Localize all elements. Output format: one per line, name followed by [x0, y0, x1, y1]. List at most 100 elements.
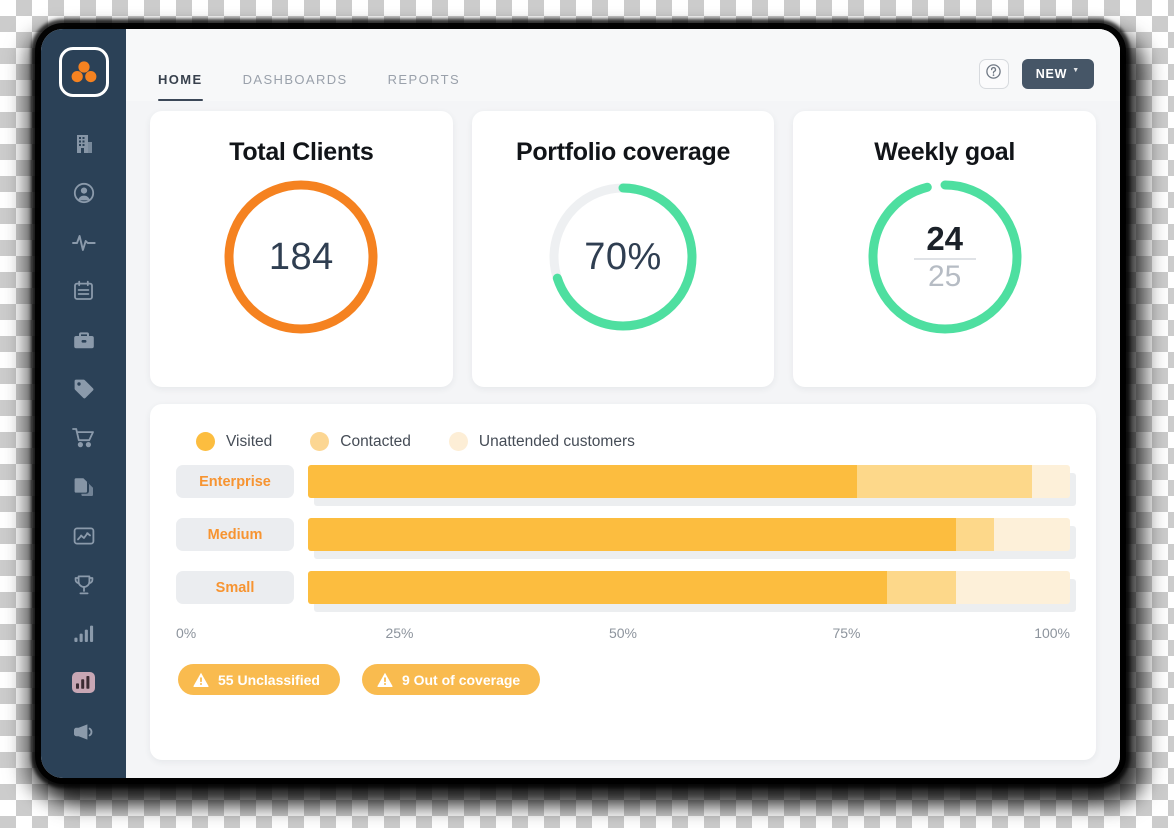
sidebar-item-companies[interactable] [41, 119, 126, 168]
sidebar-item-documents[interactable] [41, 462, 126, 511]
legend-label: Visited [226, 432, 273, 450]
legend-label: Unattended customers [478, 432, 635, 450]
new-button-label: NEW [1035, 67, 1068, 81]
legend-item-unattended[interactable]: Unattended customers [448, 432, 635, 451]
donut-center: 24 25 [864, 176, 1026, 338]
bar-segment-unattended[interactable] [993, 518, 1070, 551]
sidebar-item-analytics[interactable] [41, 511, 126, 560]
badge-unclassified[interactable]: 55 Unclassified [178, 664, 340, 695]
chevron-down-icon: ▼ [1072, 66, 1080, 74]
goal-target: 25 [927, 259, 962, 293]
legend-label: Contacted [340, 432, 411, 450]
sidebar [41, 29, 126, 778]
shopping-cart-icon [72, 427, 95, 448]
new-button[interactable]: NEW ▼ [1021, 59, 1094, 89]
sidebar-item-orders[interactable] [41, 413, 126, 462]
bar-track [308, 465, 1076, 506]
bar-segment-visited[interactable] [308, 571, 888, 604]
bar-category-label[interactable]: Small [176, 571, 294, 604]
chart-box-icon [73, 526, 95, 546]
trophy-icon [73, 574, 95, 596]
sidebar-item-goals[interactable] [41, 560, 126, 609]
bar-row: Small [176, 571, 1076, 612]
sidebar-item-deals[interactable] [41, 315, 126, 364]
legend-dot-contacted [310, 432, 330, 451]
bar-segment-visited[interactable] [308, 465, 857, 498]
bar-category-label[interactable]: Enterprise [176, 465, 294, 498]
bar-category-label[interactable]: Medium [176, 518, 294, 551]
three-dots-logo-icon [71, 61, 96, 83]
kpi-card-row: Total Clients 184 Portfolio coverage 70%… [150, 111, 1097, 387]
bar-track [308, 571, 1076, 612]
bar-chart-highlighted-icon [72, 672, 95, 693]
documents-icon [73, 476, 95, 498]
kpi-card-portfolio-coverage: Portfolio coverage 70% [471, 111, 775, 387]
sidebar-item-products[interactable] [41, 364, 126, 413]
sidebar-item-campaigns[interactable] [41, 707, 126, 756]
bar-segment-contacted[interactable] [955, 518, 994, 551]
segment-coverage-chart-card: Visited Contacted Unattended customers E… [150, 404, 1096, 760]
axis-tick-label: 75% [832, 625, 861, 641]
bar-segment-unattended[interactable] [955, 571, 1070, 604]
calendar-list-icon [73, 280, 94, 301]
axis-tick-label: 0% [176, 625, 197, 641]
legend-dot-visited [196, 432, 215, 451]
badge-out-of-coverage[interactable]: 9 Out of coverage [361, 664, 541, 695]
activity-pulse-icon [71, 232, 96, 252]
dashboard-content: Total Clients 184 Portfolio coverage 70%… [126, 101, 1120, 778]
topbar-actions: NEW ▼ [978, 59, 1094, 101]
briefcase-icon [73, 330, 95, 350]
sidebar-item-statistics[interactable] [41, 609, 126, 658]
kpi-title: Total Clients [229, 138, 374, 166]
donut-chart-total-clients: 184 [220, 176, 382, 338]
bar-segments [308, 465, 1070, 498]
bar-segment-contacted[interactable] [856, 465, 1032, 498]
axis-tick-label: 25% [385, 625, 414, 641]
donut-chart-weekly-goal: 24 25 [864, 176, 1026, 338]
sidebar-item-reports[interactable] [41, 658, 126, 707]
stacked-bar-list: Enterprise Medium Small [176, 465, 1076, 612]
help-button[interactable] [978, 59, 1009, 89]
sidebar-nav [41, 119, 126, 756]
bar-row: Medium [176, 518, 1076, 559]
donut-center: 70% [542, 176, 704, 338]
bar-segment-contacted[interactable] [887, 571, 956, 604]
kpi-card-total-clients: Total Clients 184 [150, 111, 453, 387]
bar-segment-visited[interactable] [308, 518, 956, 551]
kpi-card-weekly-goal: Weekly goal 24 25 [793, 111, 1097, 387]
warning-triangle-icon [377, 672, 393, 687]
sidebar-item-contacts[interactable] [41, 168, 126, 217]
legend-item-visited[interactable]: Visited [196, 432, 272, 451]
donut-center: 184 [220, 176, 382, 338]
tab-bar: HOME DASHBOARDS REPORTS [158, 29, 979, 101]
tab-dashboards[interactable]: DASHBOARDS [243, 72, 374, 101]
axis-tick-label: 100% [1034, 625, 1070, 641]
top-navigation-bar: HOME DASHBOARDS REPORTS NEW ▼ [126, 29, 1120, 101]
goal-fraction: 24 25 [913, 219, 976, 293]
tab-reports[interactable]: REPORTS [388, 72, 486, 101]
app-window: HOME DASHBOARDS REPORTS NEW ▼ Total Clie… [41, 29, 1120, 778]
donut-chart-portfolio-coverage: 70% [542, 176, 704, 338]
bar-segments [308, 518, 1070, 551]
kpi-value: 184 [268, 235, 334, 278]
user-circle-icon [73, 182, 95, 204]
sidebar-item-activity[interactable] [41, 217, 126, 266]
sidebar-item-agenda[interactable] [41, 266, 126, 315]
tag-icon [73, 378, 95, 400]
megaphone-icon [72, 722, 95, 742]
chart-legend: Visited Contacted Unattended customers [176, 426, 1070, 451]
main-area: HOME DASHBOARDS REPORTS NEW ▼ Total Clie… [126, 29, 1120, 778]
alert-badge-row: 55 Unclassified 9 Out of coverage [176, 664, 1070, 695]
bar-segment-unattended[interactable] [1031, 465, 1070, 498]
bar-row: Enterprise [176, 465, 1076, 506]
question-mark-circle-icon [985, 63, 1002, 85]
goal-current: 24 [926, 219, 964, 257]
app-logo[interactable] [58, 47, 109, 97]
bar-segments [308, 571, 1070, 604]
kpi-value: 70% [584, 235, 662, 278]
bar-chart-icon [73, 624, 94, 643]
badge-label: 55 Unclassified [218, 671, 320, 688]
legend-item-contacted[interactable]: Contacted [310, 432, 411, 451]
tab-home[interactable]: HOME [158, 72, 229, 101]
kpi-title: Weekly goal [874, 138, 1016, 166]
